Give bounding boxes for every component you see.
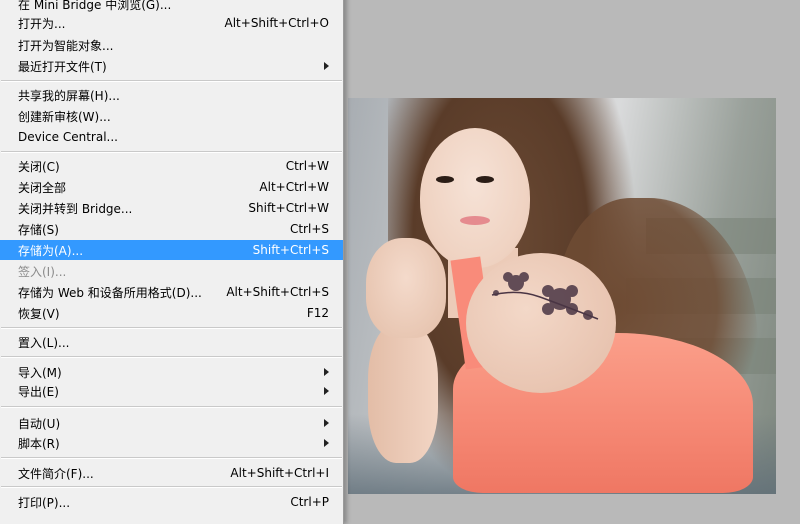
menu-separator: [1, 406, 342, 408]
menu-item-label: 存储(S): [18, 222, 59, 237]
photo-hand: [366, 238, 446, 338]
photo-arm: [368, 323, 438, 463]
menu-item-label: 打开为...: [18, 16, 66, 31]
menu-item-label: 自动(U): [18, 416, 61, 431]
menu-item-close-and-go-to-bridge[interactable]: 关闭并转到 Bridge... Shift+Ctrl+W: [0, 198, 343, 218]
menu-item-shortcut: Ctrl+W: [285, 159, 329, 173]
menu-separator: [1, 356, 342, 358]
menu-item-label: 打开为智能对象...: [18, 38, 114, 53]
submenu-arrow-icon: [324, 368, 329, 376]
menu-item-print[interactable]: 打印(P)... Ctrl+P: [0, 492, 343, 512]
photo-eye: [436, 176, 454, 183]
photo-lips: [460, 216, 490, 225]
menu-item-label: 脚本(R): [18, 436, 60, 451]
file-menu[interactable]: 在 Mini Bridge 中浏览(G)... 打开为... Alt+Shift…: [0, 0, 344, 524]
menu-item-browse-in-mini-bridge[interactable]: 在 Mini Bridge 中浏览(G)...: [0, 0, 343, 14]
menu-item-save[interactable]: 存储(S) Ctrl+S: [0, 219, 343, 239]
menu-item-label: 关闭(C): [18, 159, 60, 174]
menu-item-label: 存储为 Web 和设备所用格式(D)...: [18, 285, 202, 300]
menu-item-label: 共享我的屏幕(H)...: [18, 88, 120, 103]
menu-item-label: 关闭全部: [18, 180, 67, 195]
menu-item-device-central[interactable]: Device Central...: [0, 127, 343, 147]
menu-item-close-all[interactable]: 关闭全部 Alt+Ctrl+W: [0, 177, 343, 197]
menu-item-export[interactable]: 导出(E): [0, 381, 343, 401]
menu-item-label: 恢复(V): [18, 306, 60, 321]
menu-item-label: 导入(M): [18, 365, 62, 380]
photo-eye: [476, 176, 494, 183]
menu-item-shortcut: Shift+Ctrl+W: [248, 201, 329, 215]
menu-item-label: 存储为(A)...: [18, 243, 84, 258]
menu-item-label: Device Central...: [18, 130, 118, 144]
menu-item-scripts[interactable]: 脚本(R): [0, 433, 343, 453]
menu-separator: [1, 80, 342, 82]
menu-separator: [1, 327, 342, 329]
menu-separator: [1, 457, 342, 459]
submenu-arrow-icon: [324, 439, 329, 447]
menu-item-shortcut: Ctrl+P: [290, 495, 329, 509]
document-canvas[interactable]: [348, 98, 776, 494]
menu-item-shortcut: Alt+Shift+Ctrl+S: [226, 285, 329, 299]
menu-item-label: 关闭并转到 Bridge...: [18, 201, 133, 216]
menu-separator: [1, 151, 342, 153]
menu-item-save-as[interactable]: 存储为(A)... Shift+Ctrl+S: [0, 240, 343, 260]
menu-item-place[interactable]: 置入(L)...: [0, 332, 343, 352]
menu-item-shortcut: F12: [306, 306, 329, 320]
menu-item-check-in: 签入(I)...: [0, 261, 343, 281]
shoulder-tattoo: [491, 272, 599, 320]
menu-item-label: 创建新审核(W)...: [18, 109, 111, 124]
menu-item-import[interactable]: 导入(M): [0, 362, 343, 382]
menu-item-open-recent[interactable]: 最近打开文件(T): [0, 56, 343, 76]
menu-item-automate[interactable]: 自动(U): [0, 413, 343, 433]
menu-item-revert[interactable]: 恢复(V) F12: [0, 303, 343, 323]
photoshop-workspace: 在 Mini Bridge 中浏览(G)... 打开为... Alt+Shift…: [0, 0, 800, 524]
menu-item-label: 文件简介(F)...: [18, 466, 94, 481]
menu-item-label: 导出(E): [18, 384, 59, 399]
menu-item-shortcut: Alt+Shift+Ctrl+O: [224, 16, 329, 30]
submenu-arrow-icon: [324, 419, 329, 427]
menu-item-label: 最近打开文件(T): [18, 59, 107, 74]
menu-item-save-for-web-and-devices[interactable]: 存储为 Web 和设备所用格式(D)... Alt+Shift+Ctrl+S: [0, 282, 343, 302]
menu-item-label: 置入(L)...: [18, 335, 70, 350]
menu-item-label: 签入(I)...: [18, 264, 67, 279]
photo-face: [420, 128, 530, 268]
menu-item-label: 打印(P)...: [18, 495, 71, 510]
menu-item-close[interactable]: 关闭(C) Ctrl+W: [0, 156, 343, 176]
menu-item-shortcut: Shift+Ctrl+S: [252, 243, 329, 257]
menu-item-label: 在 Mini Bridge 中浏览(G)...: [18, 0, 172, 12]
submenu-arrow-icon: [324, 62, 329, 70]
menu-item-share-my-screen[interactable]: 共享我的屏幕(H)...: [0, 85, 343, 105]
menu-item-shortcut: Ctrl+S: [289, 222, 329, 236]
menu-item-shortcut: Alt+Ctrl+W: [259, 180, 329, 194]
menu-item-file-info[interactable]: 文件简介(F)... Alt+Shift+Ctrl+I: [0, 463, 343, 483]
menu-item-open-as[interactable]: 打开为... Alt+Shift+Ctrl+O: [0, 13, 343, 33]
menu-item-create-new-review[interactable]: 创建新审核(W)...: [0, 106, 343, 126]
menu-item-open-as-smart-object[interactable]: 打开为智能对象...: [0, 35, 343, 55]
menu-item-shortcut: Alt+Shift+Ctrl+I: [230, 466, 329, 480]
submenu-arrow-icon: [324, 387, 329, 395]
menu-separator: [1, 486, 342, 488]
